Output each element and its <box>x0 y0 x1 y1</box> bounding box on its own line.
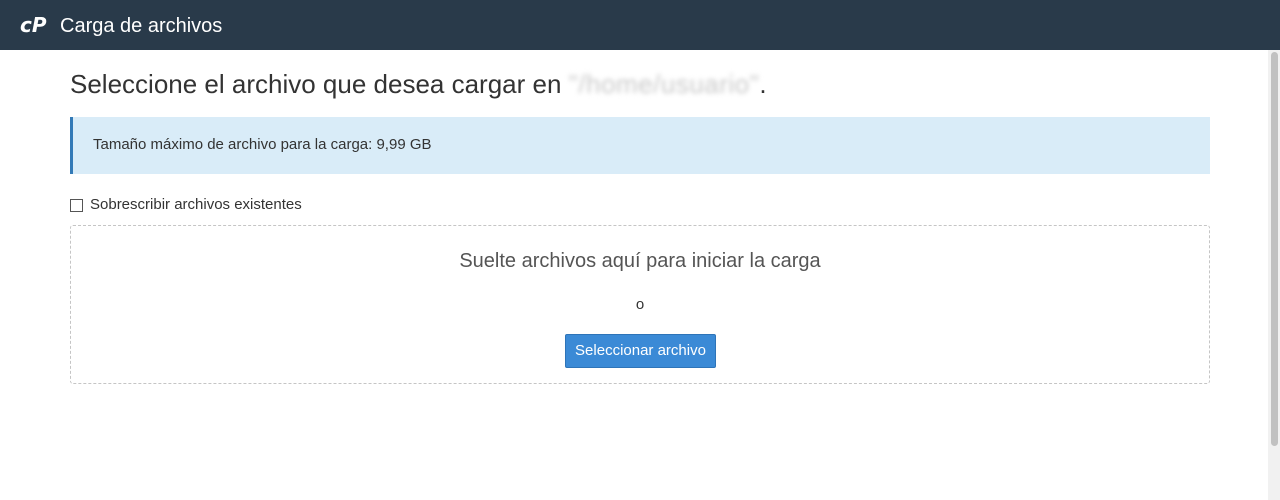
max-size-text: Tamaño máximo de archivo para la carga: … <box>93 136 432 153</box>
select-file-button[interactable]: Seleccionar archivo <box>565 334 716 368</box>
file-drop-zone[interactable]: Suelte archivos aquí para iniciar la car… <box>70 225 1210 384</box>
upload-path: "/home/usuario" <box>568 69 760 99</box>
top-bar: cP Carga de archivos <box>0 0 1280 50</box>
svg-text:cP: cP <box>20 13 47 37</box>
upload-page: Seleccione el archivo que desea cargar e… <box>0 50 1268 500</box>
page-title: Seleccione el archivo que desea cargar e… <box>70 68 767 100</box>
drop-instructions: Suelte archivos aquí para iniciar la car… <box>459 250 821 272</box>
cpanel-logo-icon[interactable]: cP <box>20 13 52 37</box>
or-separator: o <box>635 296 645 313</box>
app-title: Carga de archivos <box>60 15 223 37</box>
overwrite-label: Sobrescribir archivos existentes <box>90 196 302 213</box>
overwrite-checkbox[interactable] <box>70 198 83 212</box>
overwrite-option[interactable]: Sobrescribir archivos existentes <box>70 195 302 215</box>
page-title-suffix: . <box>759 69 767 99</box>
page-title-text: Seleccione el archivo que desea cargar e… <box>70 69 569 99</box>
max-size-info-box: Tamaño máximo de archivo para la carga: … <box>70 117 1210 174</box>
scrollbar-thumb[interactable] <box>1271 52 1278 446</box>
